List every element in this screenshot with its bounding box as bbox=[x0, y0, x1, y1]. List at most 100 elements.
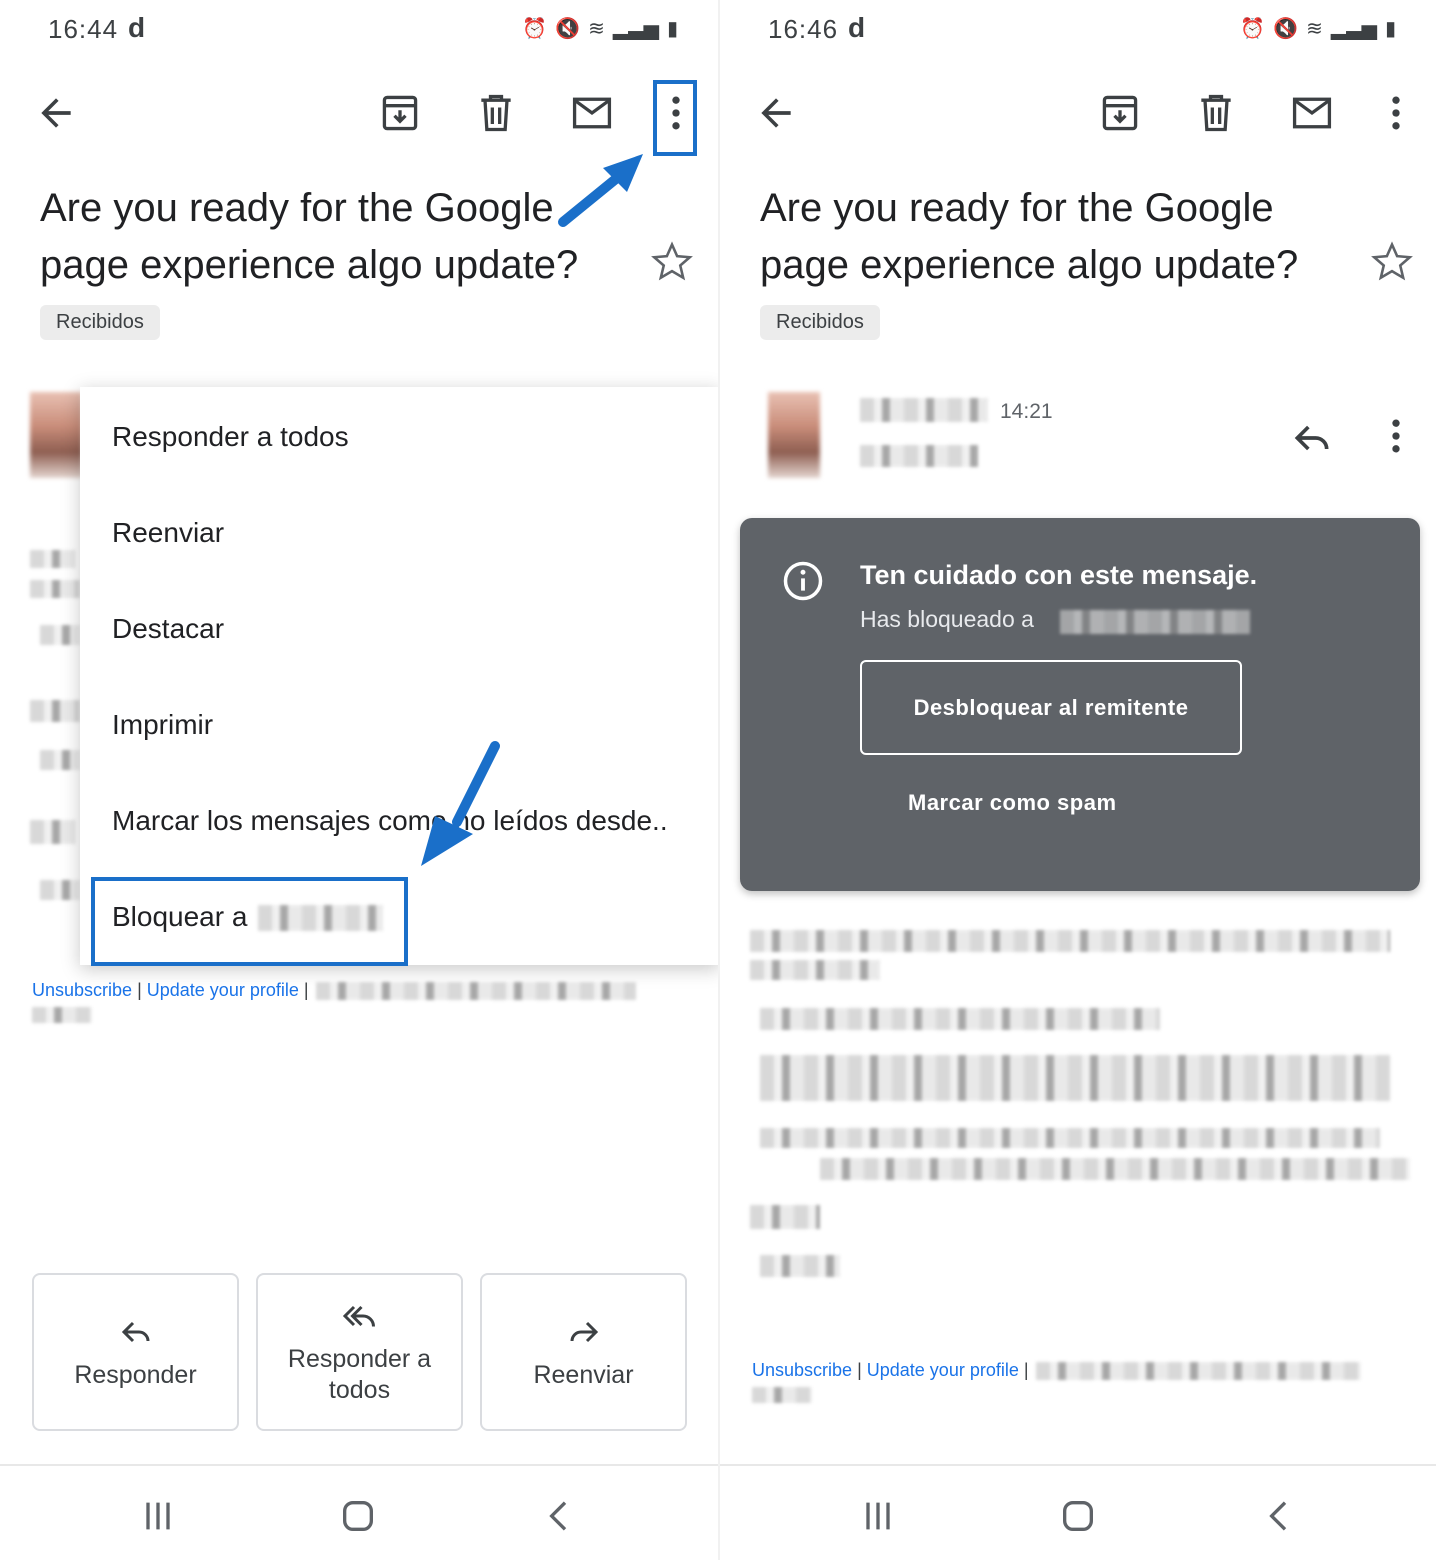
block-item-highlight bbox=[91, 877, 408, 966]
nav-back-icon[interactable] bbox=[1260, 1496, 1300, 1536]
redacted-text bbox=[30, 550, 75, 568]
inbox-label[interactable]: Recibidos bbox=[760, 305, 880, 340]
battery-icon: ▮ bbox=[666, 18, 678, 40]
forward-button[interactable]: Reenviar bbox=[480, 1273, 687, 1431]
blocked-sender-warning: Ten cuidado con este mensaje. Has bloque… bbox=[740, 518, 1420, 891]
mail-icon[interactable] bbox=[1284, 85, 1340, 141]
redacted-recipient bbox=[860, 445, 978, 467]
reply-all-button[interactable]: Responder a todos bbox=[256, 1273, 463, 1431]
forward-icon bbox=[570, 1321, 598, 1342]
redacted-address bbox=[316, 982, 636, 1000]
reply-icon[interactable] bbox=[1290, 416, 1334, 460]
more-vert-icon[interactable] bbox=[1368, 85, 1424, 141]
redacted-body-text bbox=[760, 1055, 1390, 1101]
reply-button[interactable]: Responder bbox=[32, 1273, 239, 1431]
forward-label: Reenviar bbox=[533, 1360, 634, 1389]
inbox-label[interactable]: Recibidos bbox=[40, 305, 160, 340]
redacted-text bbox=[40, 880, 80, 900]
signal-icon: ▂▃▅ bbox=[1330, 18, 1377, 40]
alarm-icon: ⏰ bbox=[1240, 18, 1266, 40]
warning-subtitle: Has bloqueado a bbox=[860, 606, 1034, 632]
redacted-address bbox=[752, 1387, 812, 1403]
redacted-body-text bbox=[760, 1008, 1160, 1030]
reply-label: Responder bbox=[74, 1360, 197, 1389]
trash-icon[interactable] bbox=[468, 85, 524, 141]
status-indicator: d bbox=[848, 12, 866, 43]
menu-item-forward[interactable]: Reenviar bbox=[112, 517, 224, 549]
menu-item-print[interactable]: Imprimir bbox=[112, 709, 213, 741]
redacted-body-text bbox=[760, 1255, 840, 1277]
star-icon[interactable] bbox=[650, 240, 694, 284]
redacted-body-text bbox=[750, 960, 880, 980]
pointer-arrow-icon bbox=[421, 741, 500, 866]
back-arrow-icon[interactable] bbox=[748, 85, 804, 141]
email-footer-links: Unsubscribe | Update your profile | bbox=[752, 1360, 1029, 1381]
home-icon[interactable] bbox=[1058, 1496, 1098, 1536]
system-nav-bar bbox=[720, 1464, 1436, 1560]
reply-all-label: Responder a todos bbox=[287, 1345, 432, 1404]
more-menu-highlight bbox=[653, 80, 697, 156]
footer-separator: | bbox=[137, 980, 142, 1000]
reply-icon bbox=[121, 1321, 149, 1342]
message-more-icon[interactable] bbox=[1374, 414, 1418, 458]
redacted-text bbox=[30, 700, 80, 722]
left-screenshot: 16:44 d ⏰ 🔇 ≋ ▂▃▅ ▮ Are you ready for th… bbox=[0, 0, 718, 1560]
unsubscribe-link[interactable]: Unsubscribe bbox=[752, 1360, 852, 1380]
recents-icon[interactable] bbox=[858, 1496, 898, 1536]
alarm-icon: ⏰ bbox=[522, 18, 548, 40]
redacted-text bbox=[30, 820, 75, 844]
status-icons: ⏰ 🔇 ≋ ▂▃▅ ▮ bbox=[1240, 16, 1396, 41]
redacted-body-text bbox=[820, 1158, 1410, 1180]
recents-icon[interactable] bbox=[138, 1496, 178, 1536]
update-profile-link[interactable]: Update your profile bbox=[147, 980, 299, 1000]
menu-item-star[interactable]: Destacar bbox=[112, 613, 224, 645]
avatar bbox=[30, 392, 82, 478]
mute-icon: 🔇 bbox=[1273, 18, 1299, 40]
email-footer-links: Unsubscribe | Update your profile | bbox=[32, 980, 309, 1001]
mail-icon[interactable] bbox=[564, 85, 620, 141]
menu-item-reply-all[interactable]: Responder a todos bbox=[112, 421, 349, 453]
right-screenshot: 16:46 d ⏰ 🔇 ≋ ▂▃▅ ▮ Are you ready for th… bbox=[718, 0, 1436, 1560]
nav-back-icon[interactable] bbox=[540, 1496, 580, 1536]
footer-separator: | bbox=[1023, 1360, 1029, 1380]
system-nav-bar bbox=[0, 1464, 718, 1560]
sender-avatar bbox=[768, 392, 820, 478]
trash-icon[interactable] bbox=[1188, 85, 1244, 141]
footer-separator: | bbox=[857, 1360, 862, 1380]
unsubscribe-link[interactable]: Unsubscribe bbox=[32, 980, 132, 1000]
reply-all-icon bbox=[342, 1305, 375, 1327]
status-indicator: d bbox=[128, 12, 146, 43]
archive-icon[interactable] bbox=[372, 85, 428, 141]
redacted-body-text bbox=[750, 930, 1390, 952]
star-icon[interactable] bbox=[1370, 240, 1414, 284]
archive-icon[interactable] bbox=[1092, 85, 1148, 141]
status-time: 16:44 bbox=[48, 14, 119, 44]
redacted-address bbox=[32, 1007, 92, 1023]
sender-time: 14:21 bbox=[1000, 400, 1053, 423]
wifi-icon: ≋ bbox=[588, 18, 605, 40]
info-icon bbox=[783, 561, 823, 601]
pointer-arrow-icon bbox=[558, 154, 643, 227]
redacted-sender-name bbox=[1060, 610, 1250, 634]
menu-item-mark-unread[interactable]: Marcar los mensajes como no leídos desde… bbox=[112, 805, 668, 837]
footer-separator: | bbox=[303, 980, 309, 1000]
redacted-sender-name bbox=[860, 398, 988, 422]
email-subject: Are you ready for the Google page experi… bbox=[760, 186, 1299, 287]
mark-spam-button[interactable]: Marcar como spam bbox=[908, 790, 1117, 816]
update-profile-link[interactable]: Update your profile bbox=[867, 1360, 1019, 1380]
redacted-address bbox=[1036, 1362, 1361, 1380]
email-subject: Are you ready for the Google page experi… bbox=[40, 186, 579, 287]
redacted-body-text bbox=[760, 1128, 1380, 1148]
redacted-text bbox=[40, 750, 80, 770]
status-icons: ⏰ 🔇 ≋ ▂▃▅ ▮ bbox=[522, 16, 678, 41]
redacted-body-text bbox=[750, 1205, 820, 1229]
signal-icon: ▂▃▅ bbox=[612, 18, 659, 40]
status-time: 16:46 bbox=[768, 14, 839, 44]
home-icon[interactable] bbox=[338, 1496, 378, 1536]
back-arrow-icon[interactable] bbox=[28, 85, 84, 141]
redacted-text bbox=[40, 625, 80, 645]
mute-icon: 🔇 bbox=[555, 18, 581, 40]
redacted-text bbox=[30, 580, 80, 598]
wifi-icon: ≋ bbox=[1306, 18, 1323, 40]
unblock-sender-button[interactable]: Desbloquear al remitente bbox=[860, 660, 1242, 755]
